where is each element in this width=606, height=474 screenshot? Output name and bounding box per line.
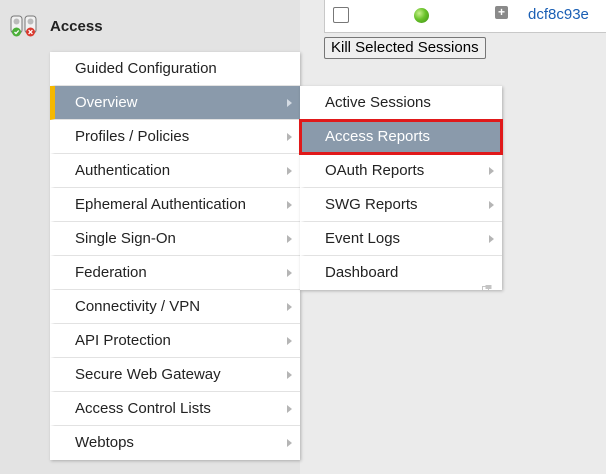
submenu-item-label: Active Sessions [325, 94, 431, 111]
submenu-arrow-icon [287, 167, 292, 175]
submenu-item-oauth-reports[interactable]: OAuth Reports [300, 154, 502, 188]
submenu-arrow-icon [287, 439, 292, 447]
expand-plus-icon[interactable]: + [495, 6, 508, 19]
menu-item-label: Authentication [75, 162, 171, 179]
menu-item-profiles-policies[interactable]: Profiles / Policies [50, 120, 300, 154]
submenu-arrow-icon [489, 167, 494, 175]
menu-item-label: Secure Web Gateway [75, 366, 221, 383]
status-green-icon [414, 8, 429, 23]
menu-item-access-control-lists[interactable]: Access Control Lists [50, 392, 300, 426]
submenu-item-label: SWG Reports [325, 196, 418, 213]
submenu-item-event-logs[interactable]: Event Logs [300, 222, 502, 256]
menu-item-overview[interactable]: Overview [50, 86, 300, 120]
menu-item-label: Access Control Lists [75, 400, 211, 417]
submenu-arrow-icon [287, 337, 292, 345]
menu-item-label: Connectivity / VPN [75, 298, 201, 315]
submenu-item-active-sessions[interactable]: Active Sessions [300, 86, 502, 120]
access-title: Access [50, 17, 103, 35]
submenu-arrow-icon [287, 405, 292, 413]
menu-item-ephemeral-authentication[interactable]: Ephemeral Authentication [50, 188, 300, 222]
submenu-arrow-icon [489, 235, 494, 243]
menu-item-single-sign-on[interactable]: Single Sign-On [50, 222, 300, 256]
submenu-item-label: Access Reports [325, 128, 431, 145]
menu-item-guided-configuration[interactable]: Guided Configuration [50, 52, 300, 86]
submenu-arrow-icon [287, 303, 292, 311]
submenu-arrow-icon [489, 201, 494, 209]
submenu-arrow-icon [287, 269, 292, 277]
session-id-link[interactable]: dcf8c93e [528, 6, 589, 23]
submenu-arrow-icon [287, 235, 292, 243]
overview-submenu: Active Sessions Access Reports OAuth Rep… [299, 86, 503, 291]
submenu-item-dashboard[interactable]: Dashboard [300, 256, 502, 291]
menu-item-api-protection[interactable]: API Protection [50, 324, 300, 358]
access-header[interactable]: Access [10, 14, 103, 38]
menu-item-label: Webtops [75, 434, 134, 451]
submenu-item-label: Event Logs [325, 230, 401, 247]
menu-item-secure-web-gateway[interactable]: Secure Web Gateway [50, 358, 300, 392]
submenu-arrow-icon [287, 133, 292, 141]
submenu-item-swg-reports[interactable]: SWG Reports [300, 188, 502, 222]
menu-item-label: API Protection [75, 332, 171, 349]
row-checkbox[interactable] [333, 7, 349, 23]
submenu-arrow-icon [287, 201, 292, 209]
submenu-item-label: OAuth Reports [325, 162, 425, 179]
menu-item-label: Single Sign-On [75, 230, 176, 247]
menu-item-federation[interactable]: Federation [50, 256, 300, 290]
menu-item-label: Ephemeral Authentication [75, 196, 246, 213]
menu-item-label: Guided Configuration [75, 60, 217, 77]
menu-item-label: Profiles / Policies [75, 128, 190, 145]
submenu-arrow-icon [287, 99, 292, 107]
access-menu: Guided Configuration Overview Profiles /… [50, 52, 300, 460]
menu-item-label: Federation [75, 264, 147, 281]
popout-window-icon [482, 270, 492, 291]
session-row: + dcf8c93e [324, 0, 606, 33]
menu-item-label: Overview [75, 94, 138, 111]
access-lights-icon [10, 14, 38, 38]
menu-item-webtops[interactable]: Webtops [50, 426, 300, 460]
submenu-item-label: Dashboard [325, 264, 399, 281]
menu-item-authentication[interactable]: Authentication [50, 154, 300, 188]
submenu-arrow-icon [287, 371, 292, 379]
kill-selected-sessions-button[interactable]: Kill Selected Sessions [324, 37, 486, 59]
menu-item-connectivity-vpn[interactable]: Connectivity / VPN [50, 290, 300, 324]
submenu-item-access-reports[interactable]: Access Reports [299, 119, 503, 155]
